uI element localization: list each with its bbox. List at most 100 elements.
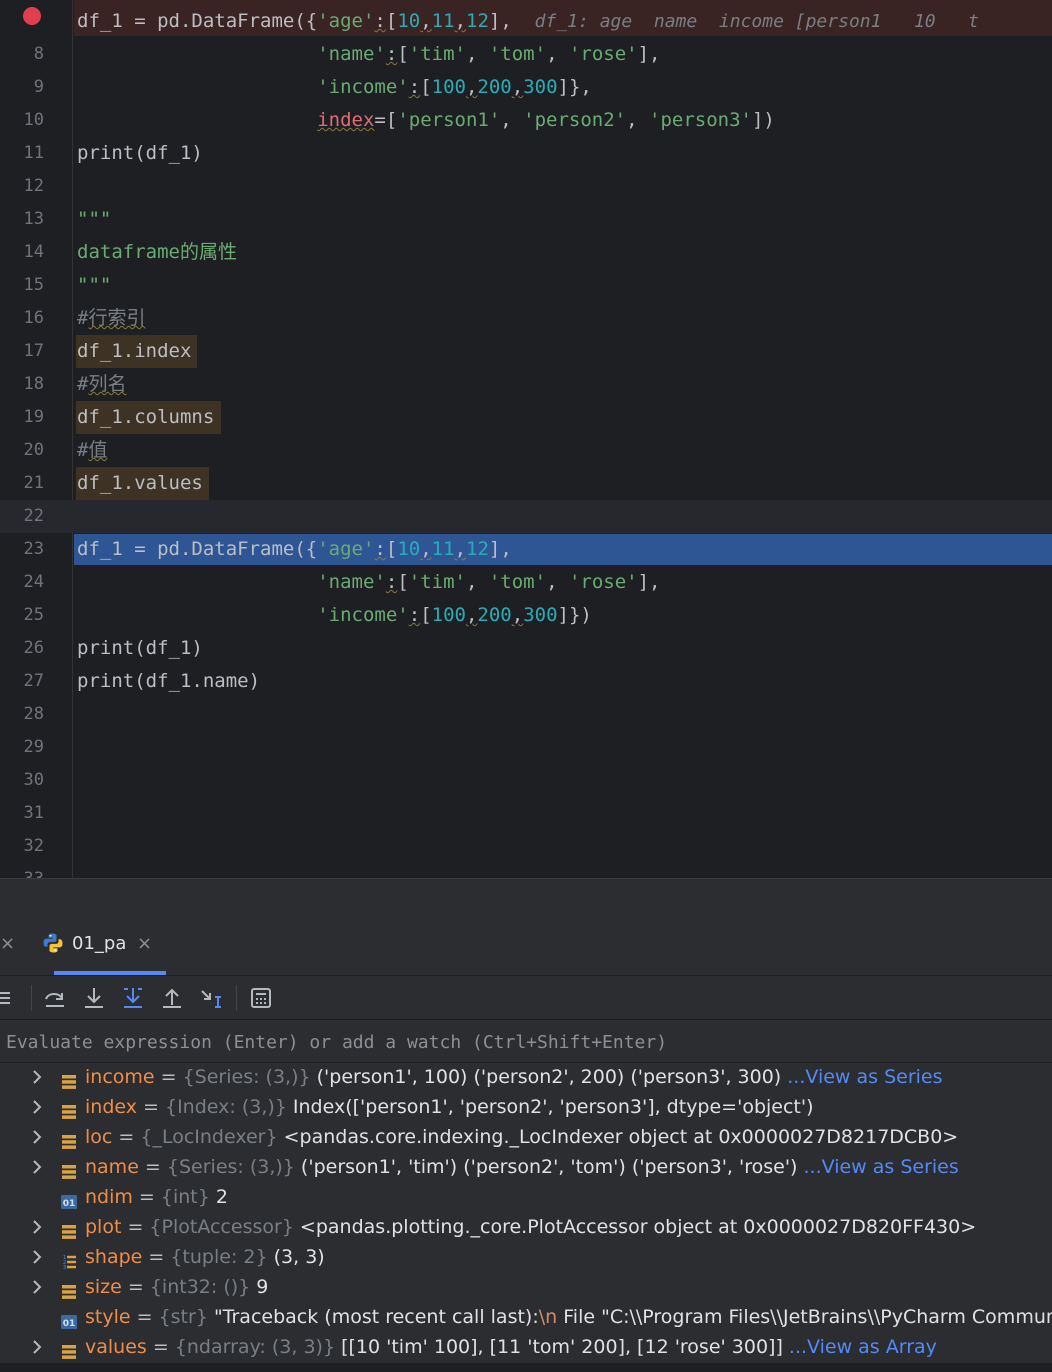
code-line[interactable]: 21 df_1.values <box>0 467 1052 500</box>
evaluate-expression-input[interactable] <box>0 1020 1048 1064</box>
code-text[interactable]: df_1 = pd.DataFrame({'age':[10,11,12], d… <box>77 5 979 38</box>
code-line[interactable]: 9 'income':[100,200,300]}, <box>0 71 1052 104</box>
step-into-icon[interactable] <box>81 985 107 1011</box>
equals-sign: = <box>121 1276 150 1298</box>
equals-sign: = <box>142 1246 171 1268</box>
code-token: : <box>408 76 421 98</box>
variable-row-index[interactable]: index = {Index: (3,)} Index(['person1', … <box>0 1092 1052 1122</box>
variable-row-size[interactable]: size = {int32: ()} 9 <box>0 1272 1052 1302</box>
code-line[interactable]: 32 <box>0 830 1052 863</box>
variable-row-income[interactable]: income = {Series: (3,)} ('person1', 100)… <box>0 1062 1052 1092</box>
code-token: , <box>465 604 478 626</box>
variable-name: size <box>85 1276 122 1298</box>
variable-row-shape[interactable]: 1 2 3 shape = {tuple: 2} (3, 3) <box>0 1242 1052 1272</box>
code-line[interactable]: 28 <box>0 698 1052 731</box>
chevron-right-icon[interactable] <box>30 1332 46 1372</box>
code-text[interactable]: dataframe的属性 <box>77 236 237 269</box>
code-token: , <box>454 10 467 32</box>
code-line[interactable]: 26 print(df_1) <box>0 632 1052 665</box>
close-icon[interactable]: × <box>137 933 152 954</box>
close-icon[interactable]: × <box>0 933 15 954</box>
code-text[interactable]: 'name':['tim', 'tom', 'rose'], <box>77 566 660 599</box>
code-token: df_1.index <box>77 340 192 362</box>
code-line[interactable]: 12 <box>0 170 1052 203</box>
code-token: 'rose' <box>568 571 638 593</box>
code-line[interactable]: df_1 = pd.DataFrame({'age':[10,11,12], d… <box>0 0 1052 38</box>
code-line[interactable]: 15 """ <box>0 269 1052 302</box>
variable-row-loc[interactable]: loc = {_LocIndexer} <pandas.core.indexin… <box>0 1122 1052 1152</box>
code-line[interactable]: 17 df_1.index <box>0 335 1052 368</box>
view-as-link[interactable]: ...View as Series <box>787 1066 942 1088</box>
line-number: 32 <box>23 836 44 856</box>
code-line[interactable]: 31 <box>0 797 1052 830</box>
code-text[interactable]: print(df_1) <box>77 632 203 665</box>
variable-row-plot[interactable]: plot = {PlotAccessor} <pandas.plotting._… <box>0 1212 1052 1242</box>
code-line[interactable]: 20 #值 <box>0 434 1052 467</box>
line-number: 11 <box>23 143 44 163</box>
code-text[interactable]: df_1.index <box>77 335 191 368</box>
code-line[interactable]: 25 'income':[100,200,300]}) <box>0 599 1052 632</box>
code-line[interactable]: 18 #列名 <box>0 368 1052 401</box>
step-out-icon[interactable] <box>159 985 185 1011</box>
code-line[interactable]: 24 'name':['tim', 'tom', 'rose'], <box>0 566 1052 599</box>
code-text[interactable]: 'income':[100,200,300]}) <box>77 599 592 632</box>
view-as-link[interactable]: ...View as Series <box>804 1156 959 1178</box>
code-line[interactable]: 10 index=['person1', 'person2', 'person3… <box>0 104 1052 137</box>
variable-row-values[interactable]: values = {ndarray: (3, 3)} [[10 'tim' 10… <box>0 1332 1052 1362</box>
code-line[interactable]: 33 <box>0 863 1052 878</box>
breakpoint-icon[interactable] <box>23 7 41 25</box>
code-text[interactable]: print(df_1) <box>77 137 203 170</box>
step-over-icon[interactable] <box>42 985 68 1011</box>
variable-row-style[interactable]: 01 style = {str} "Traceback (most recent … <box>0 1302 1052 1332</box>
code-line[interactable]: 23 df_1 = pd.DataFrame({'age':[10,11,12], <box>0 533 1052 566</box>
code-line[interactable]: 22 <box>0 500 1052 533</box>
code-text[interactable]: #列名 <box>77 368 126 401</box>
panel-splitter[interactable] <box>0 878 1052 916</box>
code-text[interactable]: df_1.columns <box>77 401 214 434</box>
variable-value: File "C:\\Program Files\\JetBrains\\PyCh… <box>557 1306 1052 1328</box>
variable-type: {PlotAccessor} <box>149 1216 294 1238</box>
code-token: , <box>420 538 432 560</box>
variable-row-name[interactable]: name = {Series: (3,)} ('person1', 'tim')… <box>0 1152 1052 1182</box>
field-icon <box>61 1339 77 1359</box>
python-icon <box>43 933 63 953</box>
code-line[interactable]: 14 dataframe的属性 <box>0 236 1052 269</box>
view-as-link[interactable]: ...View as Array <box>789 1336 937 1358</box>
menu-lines-icon[interactable] <box>0 985 16 1011</box>
variable-value: [[10 'tim' 100], [11 'tom' 200], [12 'ro… <box>335 1336 789 1358</box>
code-text[interactable]: 'name':['tim', 'tom', 'rose'], <box>77 38 660 71</box>
variable-value: 2 <box>209 1186 228 1208</box>
code-token: 300 <box>523 604 558 626</box>
code-token: 'name' <box>317 43 386 65</box>
code-text[interactable]: df_1 = pd.DataFrame({'age':[10,11,12], <box>77 533 512 566</box>
run-to-cursor-icon[interactable] <box>198 985 224 1011</box>
code-editor[interactable]: df_1 = pd.DataFrame({'age':[10,11,12], d… <box>0 0 1052 878</box>
code-token: print(df_1.name) <box>77 670 261 692</box>
line-number: 14 <box>23 242 44 262</box>
calculator-icon[interactable] <box>248 985 274 1011</box>
step-into-my-code-icon[interactable] <box>120 985 146 1011</box>
code-line[interactable]: 16 #行索引 <box>0 302 1052 335</box>
code-text[interactable]: """ <box>77 269 111 302</box>
code-line[interactable]: 29 <box>0 731 1052 764</box>
code-line[interactable]: 30 <box>0 764 1052 797</box>
code-token: [ <box>385 10 398 32</box>
code-line[interactable]: 19 df_1.columns <box>0 401 1052 434</box>
code-line[interactable]: 27 print(df_1.name) <box>0 665 1052 698</box>
code-text[interactable]: 'income':[100,200,300]}, <box>77 71 592 104</box>
code-line[interactable]: 8 'name':['tim', 'tom', 'rose'], <box>0 38 1052 71</box>
code-token: 'person1' <box>397 109 501 131</box>
variable-row-ndim[interactable]: 01 ndim = {int} 2 <box>0 1182 1052 1212</box>
code-line[interactable]: 13 """ <box>0 203 1052 236</box>
line-number: 27 <box>23 671 44 691</box>
code-text[interactable]: #行索引 <box>77 302 145 335</box>
code-text[interactable]: """ <box>77 203 111 236</box>
code-text[interactable]: print(df_1.name) <box>77 665 260 698</box>
code-text[interactable]: index=['person1', 'person2', 'person3']) <box>77 104 775 137</box>
code-line[interactable]: 11 print(df_1) <box>0 137 1052 170</box>
variable-name: index <box>85 1096 137 1118</box>
code-text[interactable]: df_1.values <box>77 467 203 500</box>
tab-label: 01_pa <box>72 933 127 954</box>
code-text[interactable]: #值 <box>77 434 107 467</box>
